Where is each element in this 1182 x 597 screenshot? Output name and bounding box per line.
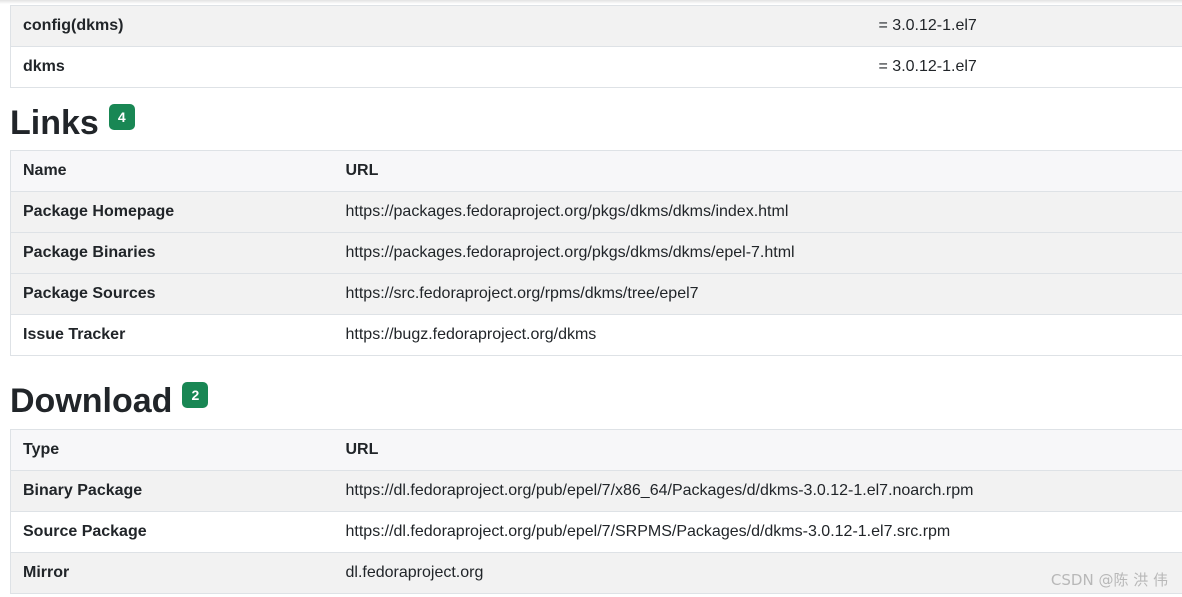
table-row: Issue Tracker https://bugz.fedoraproject… — [10, 314, 1182, 356]
table-row: Mirror dl.fedoraproject.org — [10, 552, 1182, 594]
provide-name: config(dkms) — [10, 5, 867, 47]
link-url[interactable]: https://packages.fedoraproject.org/pkgs/… — [333, 191, 1182, 233]
link-name: Package Sources — [10, 273, 334, 315]
links-title: Links — [10, 104, 99, 142]
download-type: Source Package — [10, 511, 334, 553]
download-count-badge: 2 — [182, 382, 209, 408]
top-shadow — [0, 0, 1182, 4]
link-url[interactable]: https://src.fedoraproject.org/rpms/dkms/… — [333, 273, 1182, 315]
links-table: Name URL Package Homepage https://packag… — [10, 150, 1182, 356]
provides-table: config(dkms) = 3.0.12-1.el7 dkms = 3.0.1… — [10, 5, 1182, 88]
download-heading: Download 2 — [10, 381, 209, 421]
provide-name: dkms — [10, 46, 867, 88]
package-page: config(dkms) = 3.0.12-1.el7 dkms = 3.0.1… — [0, 0, 1182, 597]
table-row: Binary Package https://dl.fedoraproject.… — [10, 470, 1182, 512]
download-table: Type URL Binary Package https://dl.fedor… — [10, 429, 1182, 594]
column-header-type: Type — [10, 429, 334, 471]
table-header-row: Name URL — [10, 150, 1182, 192]
table-row: dkms = 3.0.12-1.el7 — [10, 46, 1182, 88]
table-row: Package Binaries https://packages.fedora… — [10, 232, 1182, 274]
column-header-name: Name — [10, 150, 334, 192]
download-type: Binary Package — [10, 470, 334, 512]
download-url[interactable]: https://dl.fedoraproject.org/pub/epel/7/… — [333, 470, 1182, 512]
table-header-row: Type URL — [10, 429, 1182, 471]
download-type: Mirror — [10, 552, 334, 594]
links-count-badge: 4 — [108, 104, 135, 130]
provide-version: = 3.0.12-1.el7 — [866, 46, 1182, 88]
download-title: Download — [10, 382, 173, 420]
provide-version: = 3.0.12-1.el7 — [866, 5, 1182, 47]
table-row: Source Package https://dl.fedoraproject.… — [10, 511, 1182, 553]
column-header-url: URL — [333, 150, 1182, 192]
table-row: Package Sources https://src.fedoraprojec… — [10, 273, 1182, 315]
link-name: Package Binaries — [10, 232, 334, 274]
download-url[interactable]: https://dl.fedoraproject.org/pub/epel/7/… — [333, 511, 1182, 553]
link-url[interactable]: https://bugz.fedoraproject.org/dkms — [333, 314, 1182, 356]
watermark: CSDN @陈 洪 伟 — [1050, 571, 1168, 589]
table-row: config(dkms) = 3.0.12-1.el7 — [10, 5, 1182, 47]
link-name: Package Homepage — [10, 191, 334, 233]
links-heading: Links 4 — [10, 103, 135, 143]
table-row: Package Homepage https://packages.fedora… — [10, 191, 1182, 233]
column-header-url: URL — [333, 429, 1182, 471]
link-name: Issue Tracker — [10, 314, 334, 356]
link-url[interactable]: https://packages.fedoraproject.org/pkgs/… — [333, 232, 1182, 274]
